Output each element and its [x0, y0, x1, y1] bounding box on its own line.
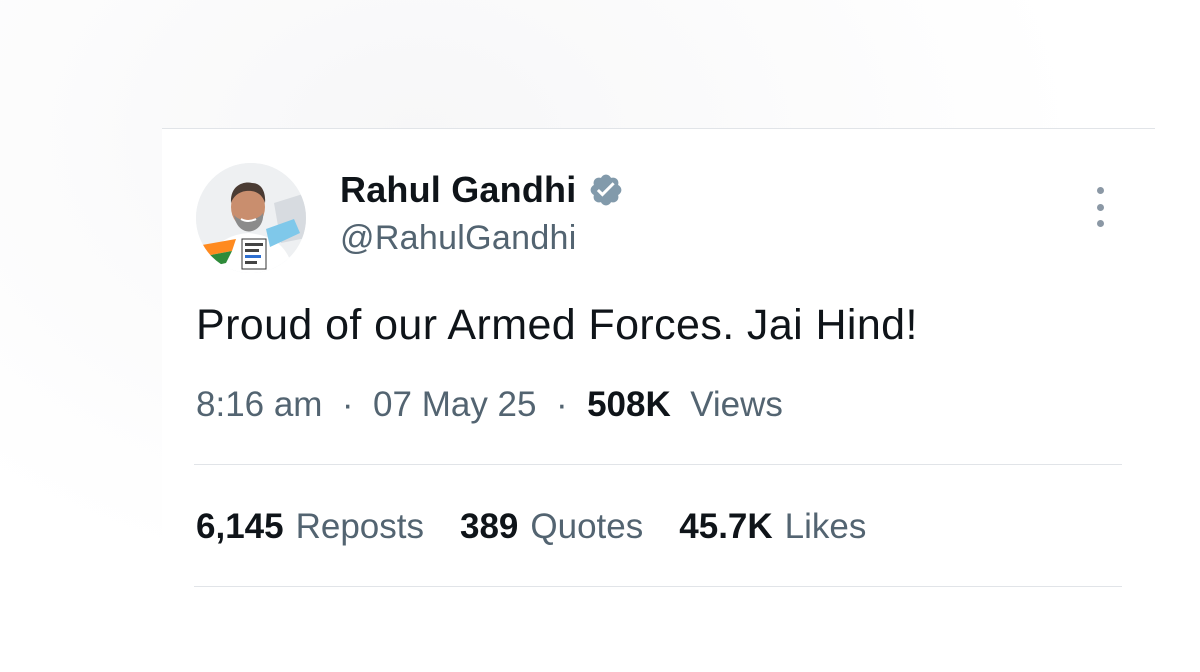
reposts-count: 6,145 [196, 507, 284, 546]
views-count: 508K [587, 385, 671, 424]
divider [194, 586, 1122, 587]
tweet-meta: 8:16 am · 07 May 25 · 508K Views [196, 385, 783, 425]
likes-count: 45.7K [679, 507, 773, 546]
tweet-date[interactable]: 07 May 25 [373, 385, 536, 424]
views-label: Views [680, 385, 783, 424]
divider [194, 464, 1122, 465]
tweet-time[interactable]: 8:16 am [196, 385, 322, 424]
quotes-count: 389 [460, 507, 519, 546]
quotes-label: Quotes [530, 507, 644, 546]
avatar-photo [196, 163, 306, 273]
more-vertical-icon-dot [1096, 203, 1104, 211]
more-vertical-icon-dot [1096, 220, 1104, 227]
verified-badge-icon [588, 172, 624, 208]
tweet-text: Proud of our Armed Forces. Jai Hind! [196, 301, 918, 349]
reposts-label: Reposts [295, 507, 424, 546]
likes-stat[interactable]: 45.7K Likes [679, 507, 866, 547]
meta-separator: · [546, 385, 578, 424]
author-name-row: Rahul Gandhi [340, 167, 624, 213]
more-options-button[interactable] [1088, 187, 1112, 227]
author-handle[interactable]: @RahulGandhi [340, 219, 577, 258]
more-vertical-icon [1096, 187, 1104, 194]
likes-label: Likes [784, 507, 867, 546]
display-name[interactable]: Rahul Gandhi [340, 169, 576, 211]
avatar[interactable] [196, 163, 306, 273]
screenshot-page: Rahul Gandhi @RahulGandhi Proud of our A… [0, 0, 1200, 672]
tweet-card: Rahul Gandhi @RahulGandhi Proud of our A… [162, 129, 1155, 672]
meta-separator: · [332, 385, 364, 424]
engagement-stats: 6,145 Reposts 389 Quotes 45.7K Likes [196, 507, 902, 547]
reposts-stat[interactable]: 6,145 Reposts [196, 507, 424, 547]
quotes-stat[interactable]: 389 Quotes [460, 507, 643, 547]
